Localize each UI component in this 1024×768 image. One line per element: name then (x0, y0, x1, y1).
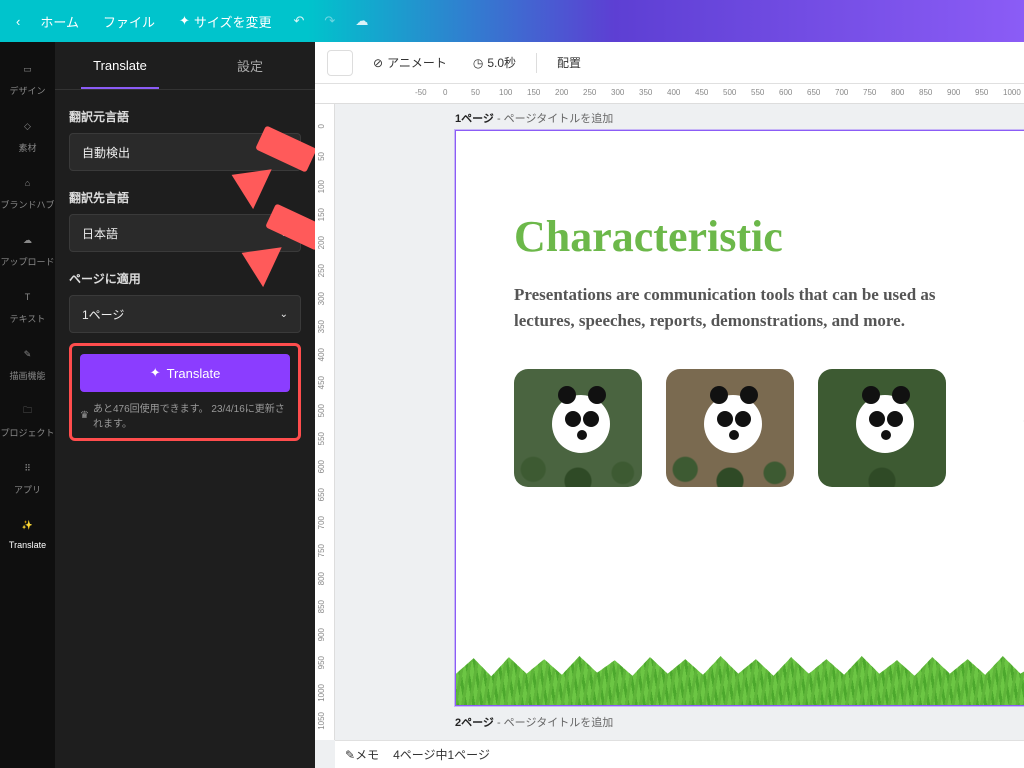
text-icon: T (17, 286, 39, 308)
notes-icon: ✎ (345, 748, 355, 762)
color-swatch-button[interactable] (327, 50, 353, 76)
credit-label: あと476回使用できます。 23/4/16に更新されます。 (93, 400, 290, 430)
animate-icon: ⊘ (373, 56, 383, 70)
design-icon: ▭ (17, 58, 39, 80)
ruler-horizontal: -500501001502002503003504004505005506006… (315, 84, 1024, 104)
target-language-label: 翻訳先言語 (69, 189, 301, 206)
rail-projects[interactable]: 🗀 プロジェクト (0, 392, 55, 447)
panel-tabs: Translate 設定 (55, 42, 315, 90)
rail-upload-label: アップロード (0, 255, 54, 268)
rail-elements-label: 素材 (18, 141, 36, 154)
rail-elements[interactable]: ◇ 素材 (0, 107, 55, 162)
clock-icon: ◷ (473, 56, 483, 70)
annotation-highlight: ✦ Translate ♛ あと476回使用できます。 23/4/16に更新され… (69, 343, 301, 441)
canvas-area: ⊘ アニメート ◷ 5.0秒 配置 -50050100150200250300350… (315, 42, 1024, 768)
arrange-button[interactable]: 配置 (551, 50, 587, 75)
rail-brandhub-label: ブランドハブ (0, 198, 54, 211)
translate-icon: ✨ (17, 514, 39, 536)
rail-apps[interactable]: ⠿ アプリ (0, 449, 55, 504)
upload-icon: ☁ (17, 229, 39, 251)
translate-button[interactable]: ✦ Translate (80, 354, 290, 392)
tab-translate[interactable]: Translate (55, 42, 185, 89)
page-counter[interactable]: 4ページ中1ページ (393, 746, 490, 763)
rail-apps-label: アプリ (14, 483, 41, 496)
page-2-title-placeholder: - ページタイトルを追加 (494, 717, 613, 729)
rail-projects-label: プロジェクト (0, 426, 54, 439)
credit-text: ♛ あと476回使用できます。 23/4/16に更新されます。 (80, 400, 290, 430)
rail-brandhub[interactable]: ⌂ ブランドハブ (0, 164, 55, 219)
apply-pages-value: 1ページ (82, 306, 124, 323)
menu-file[interactable]: ファイル (91, 0, 167, 42)
top-menu-bar: ‹ ホーム ファイル ✦サイズを変更 ↶ ↷ ☁ (0, 0, 1024, 42)
menu-resize-label: サイズを変更 (194, 12, 272, 31)
bottom-bar: ✎メモ 4ページ中1ページ (335, 740, 1024, 768)
slide-images (514, 369, 1024, 487)
translate-button-label: Translate (167, 366, 221, 381)
menu-resize[interactable]: ✦サイズを変更 (167, 0, 284, 42)
rail-draw-label: 描画機能 (9, 369, 45, 382)
sparkle-icon: ✦ (150, 365, 161, 381)
page-2-label[interactable]: 2ページ - ページタイトルを追加 (455, 714, 1024, 730)
page-2-number: 2ページ (455, 717, 494, 729)
rail-text[interactable]: T テキスト (0, 278, 55, 333)
animate-label: アニメート (387, 54, 447, 71)
notes-button[interactable]: ✎メモ (345, 746, 379, 763)
crown-icon: ♛ (80, 410, 89, 421)
page-1[interactable]: Characteristic Presentations are communi… (455, 130, 1024, 706)
rail-design[interactable]: ▭ デザイン (0, 50, 55, 105)
left-rail: ▭ デザイン ◇ 素材 ⌂ ブランドハブ ☁ アップロード T テキスト ✎ 描画機能 🗀 プ… (0, 42, 55, 768)
panda-image-1[interactable] (514, 369, 642, 487)
target-language-value: 日本語 (82, 225, 118, 242)
undo-icon[interactable]: ↶ (284, 13, 315, 29)
duration-label: 5.0秒 (487, 54, 516, 71)
rail-translate-label: Translate (9, 540, 46, 550)
canvas-toolbar: ⊘ アニメート ◷ 5.0秒 配置 (315, 42, 1024, 84)
apply-pages-select[interactable]: 1ページ ⌄ (69, 295, 301, 333)
duration-button[interactable]: ◷ 5.0秒 (467, 50, 522, 75)
cloud-sync-icon[interactable]: ☁ (345, 13, 378, 29)
page-1-label[interactable]: 1ページ - ページタイトルを追加 (455, 110, 1024, 126)
page-1-number: 1ページ (455, 113, 494, 125)
animate-button[interactable]: ⊘ アニメート (367, 50, 453, 75)
canvas-stage[interactable]: 1ページ - ページタイトルを追加 Characteristic Present… (335, 104, 1024, 740)
redo-icon[interactable]: ↷ (314, 13, 345, 29)
rail-upload[interactable]: ☁ アップロード (0, 221, 55, 276)
draw-icon: ✎ (17, 343, 39, 365)
rail-translate[interactable]: ✨ Translate (0, 506, 55, 558)
ruler-vertical: 0501001502002503003504004505005506006507… (315, 104, 335, 740)
apps-icon: ⠿ (17, 457, 39, 479)
chevron-down-icon: ⌄ (280, 309, 288, 320)
slide-body-text[interactable]: Presentations are communication tools th… (514, 282, 994, 333)
rail-draw[interactable]: ✎ 描画機能 (0, 335, 55, 390)
elements-icon: ◇ (17, 115, 39, 137)
sparkle-icon: ✦ (179, 13, 190, 29)
rail-design-label: デザイン (9, 84, 45, 97)
notes-label: メモ (355, 748, 379, 762)
folder-icon: 🗀 (17, 400, 39, 422)
page-1-title-placeholder: - ページタイトルを追加 (494, 113, 613, 125)
slide-title[interactable]: Characteristic (514, 211, 1024, 262)
source-language-label: 翻訳元言語 (69, 108, 301, 125)
menu-home[interactable]: ホーム (28, 0, 91, 42)
panda-image-2[interactable] (666, 369, 794, 487)
grass-decoration (456, 653, 1024, 705)
tab-settings[interactable]: 設定 (185, 42, 315, 89)
source-language-value: 自動検出 (82, 144, 130, 161)
rail-text-label: テキスト (10, 312, 46, 325)
brandhub-icon: ⌂ (17, 172, 39, 194)
panda-image-3[interactable] (818, 369, 946, 487)
back-button[interactable]: ‹ (8, 14, 28, 29)
